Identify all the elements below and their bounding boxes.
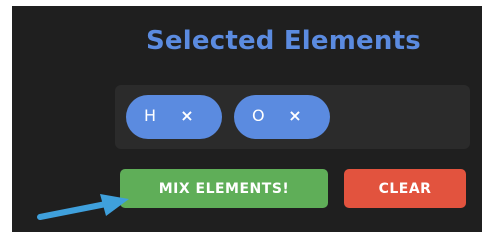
chip-label: H (144, 106, 157, 125)
screenshot-border (0, 232, 493, 245)
element-chip-h: H × (126, 95, 222, 139)
mix-elements-button[interactable]: MIX ELEMENTS! (120, 169, 328, 208)
element-chip-o: O × (234, 95, 330, 139)
pointer-arrow-icon (37, 194, 129, 220)
remove-h-button[interactable]: × (178, 106, 196, 126)
page-title: Selected Elements (146, 26, 421, 56)
remove-o-button[interactable]: × (286, 106, 304, 126)
clear-button[interactable]: CLEAR (344, 169, 466, 208)
chip-label: O (252, 106, 265, 125)
